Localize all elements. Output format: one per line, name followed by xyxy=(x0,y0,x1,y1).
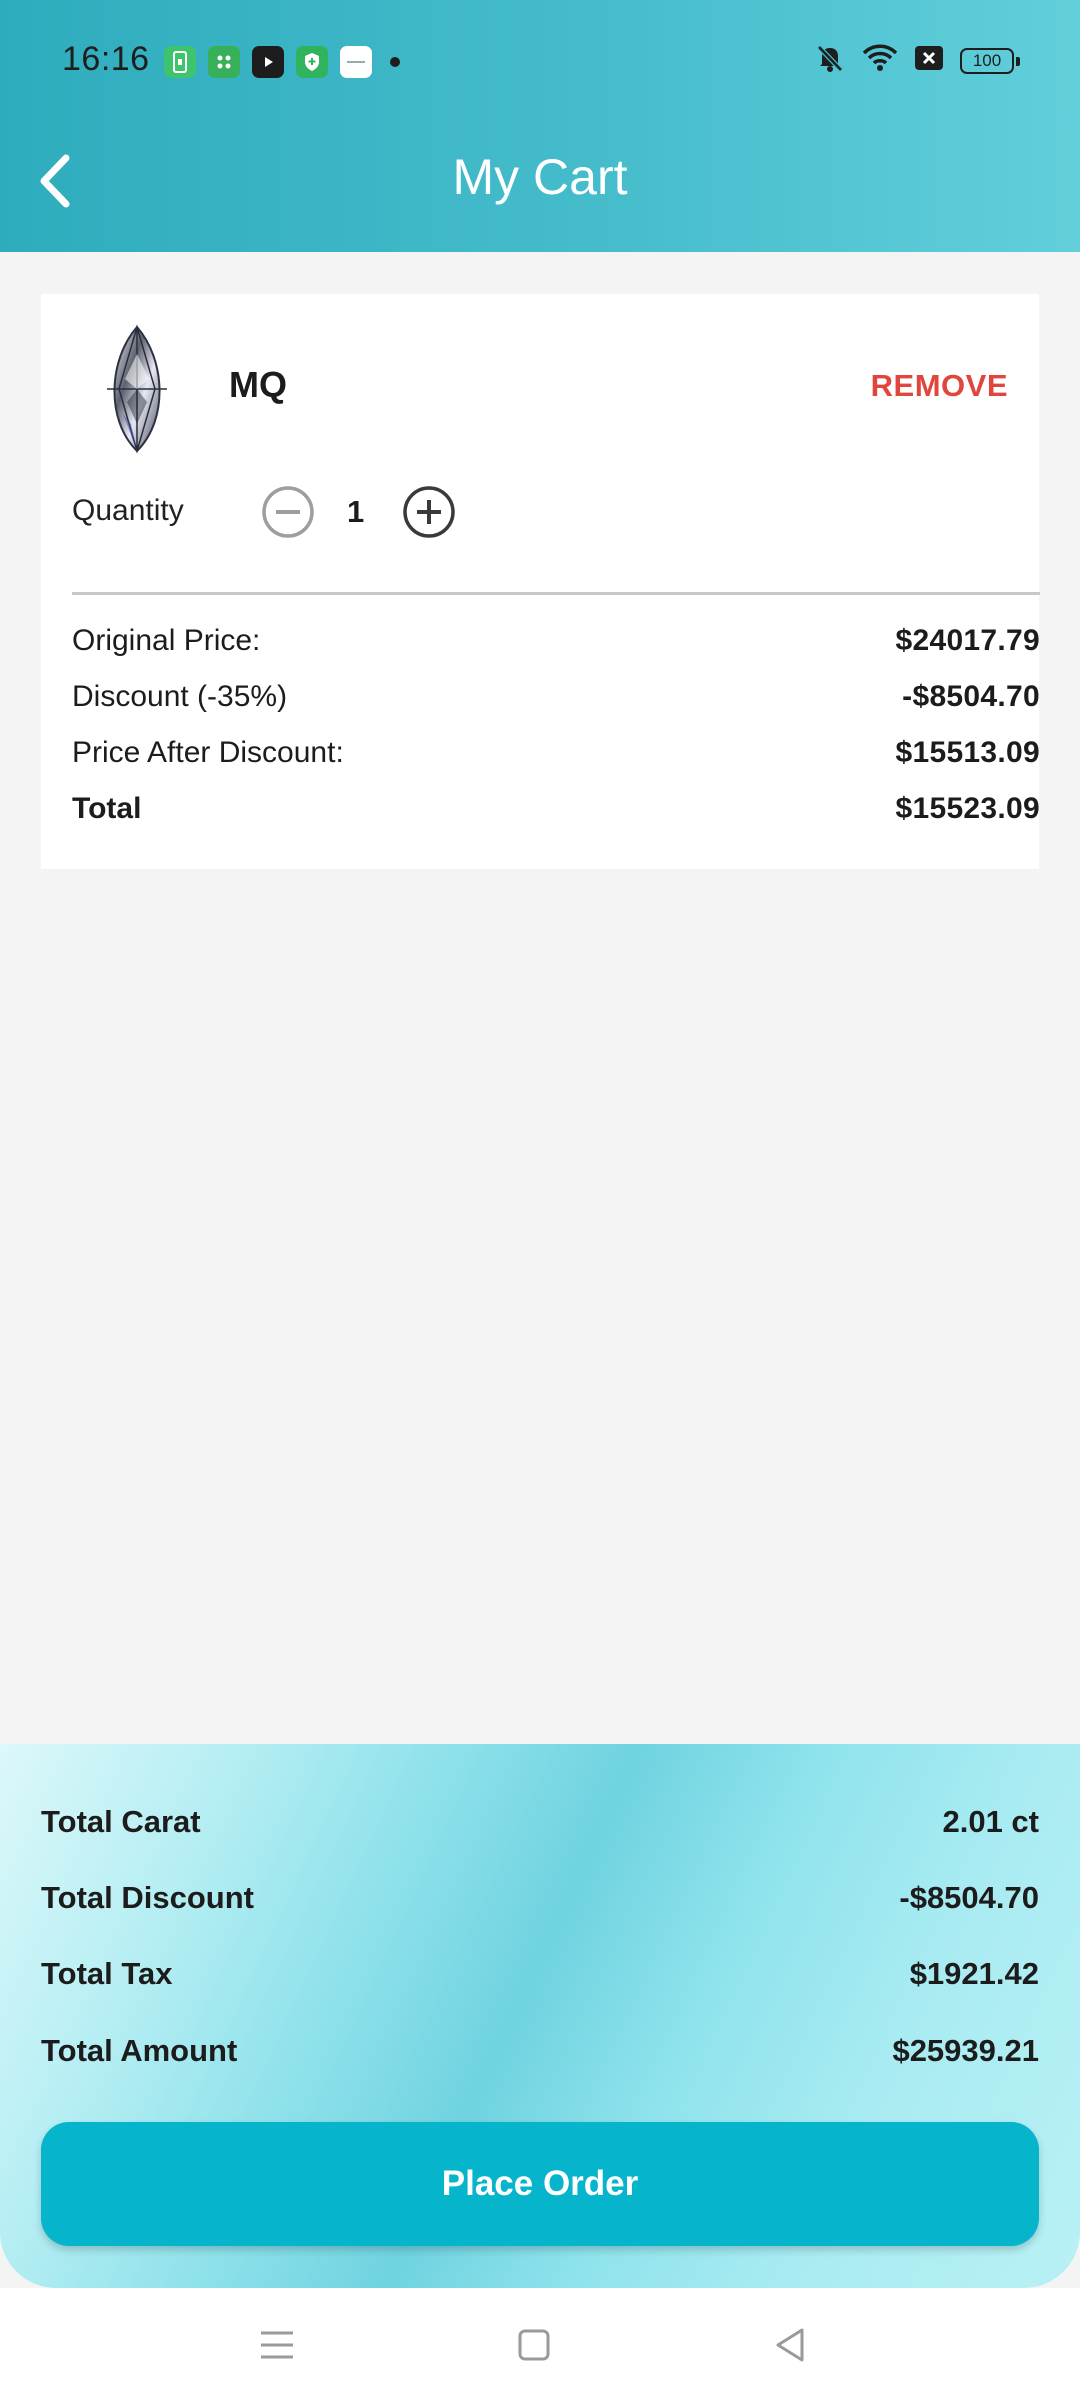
grid-app-icon xyxy=(208,46,240,78)
divider xyxy=(72,592,1040,595)
home-button[interactable] xyxy=(507,2318,561,2372)
phone-app-icon xyxy=(164,46,196,78)
close-box-icon xyxy=(914,45,944,76)
plus-circle-icon xyxy=(403,486,455,538)
more-notifications-dot xyxy=(390,57,400,67)
item-total-row: Total $15523.09 xyxy=(72,792,1040,826)
cart-item-card: MQ REMOVE Quantity 1 Original Price: $24… xyxy=(41,294,1040,869)
decrease-quantity-button[interactable] xyxy=(261,485,315,539)
place-order-button[interactable]: Place Order xyxy=(41,2122,1039,2246)
summary-value: $25939.21 xyxy=(892,2033,1039,2068)
system-icons: 100 xyxy=(798,42,1020,79)
summary-label: Total Discount xyxy=(41,1880,254,1915)
menu-icon xyxy=(261,2331,293,2359)
product-image xyxy=(97,324,177,454)
summary-label: Total Carat xyxy=(41,1804,201,1839)
app-header: 16:16 100 My Cart xyxy=(0,0,1080,252)
summary-value: 2.01 ct xyxy=(942,1804,1039,1839)
bell-muted-icon xyxy=(814,42,846,79)
back-triangle-icon xyxy=(776,2328,804,2362)
price-value: $15513.09 xyxy=(895,736,1040,769)
white-app-icon xyxy=(340,46,372,78)
status-time: 16:16 xyxy=(62,40,150,78)
total-amount-row: Total Amount $25939.21 xyxy=(41,2033,1039,2069)
system-back-button[interactable] xyxy=(764,2318,818,2372)
quantity-label: Quantity xyxy=(72,494,184,527)
quantity-value: 1 xyxy=(347,494,365,529)
increase-quantity-button[interactable] xyxy=(402,485,456,539)
price-label: Original Price: xyxy=(72,624,261,657)
total-discount-row: Total Discount -$8504.70 xyxy=(41,1880,1039,1916)
price-value: $24017.79 xyxy=(895,624,1040,657)
marquise-diamond-icon xyxy=(107,324,167,454)
youtube-icon xyxy=(252,46,284,78)
home-square-icon xyxy=(518,2329,550,2361)
order-summary-panel: Total Carat 2.01 ct Total Discount -$850… xyxy=(0,1744,1080,2288)
total-carat-row: Total Carat 2.01 ct xyxy=(41,1804,1039,1840)
summary-value: -$8504.70 xyxy=(899,1880,1039,1915)
price-after-discount-row: Price After Discount: $15513.09 xyxy=(72,736,1040,770)
summary-value: $1921.42 xyxy=(909,1956,1039,1991)
battery-icon: 100 xyxy=(960,47,1020,74)
price-value: $15523.09 xyxy=(895,792,1040,825)
price-label: Discount (-35%) xyxy=(72,680,288,713)
total-tax-row: Total Tax $1921.42 xyxy=(41,1956,1039,1992)
price-label: Total xyxy=(72,792,142,825)
page-title: My Cart xyxy=(452,149,628,205)
remove-button[interactable]: REMOVE xyxy=(871,368,1008,404)
price-label: Price After Discount: xyxy=(72,736,344,769)
price-value: -$8504.70 xyxy=(902,680,1040,713)
menu-button[interactable] xyxy=(250,2318,304,2372)
original-price-row: Original Price: $24017.79 xyxy=(72,624,1040,658)
minus-circle-icon xyxy=(262,486,314,538)
notification-icons xyxy=(164,46,400,78)
wifi-icon xyxy=(862,43,898,78)
summary-label: Total Tax xyxy=(41,1956,173,1991)
shield-app-icon xyxy=(296,46,328,78)
navigation-bar xyxy=(0,2288,1080,2400)
product-name: MQ xyxy=(229,364,287,405)
summary-label: Total Amount xyxy=(41,2033,238,2068)
discount-row: Discount (-35%) -$8504.70 xyxy=(72,680,1040,714)
